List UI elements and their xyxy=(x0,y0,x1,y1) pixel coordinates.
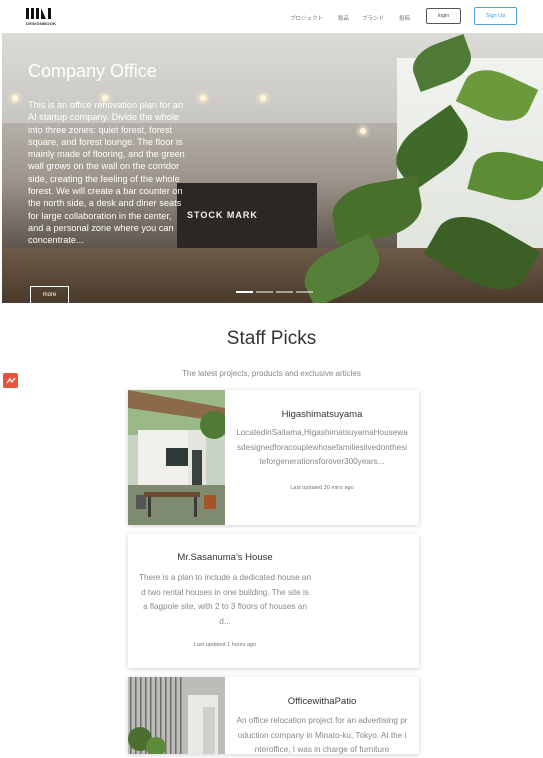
card-title[interactable]: Higashimatsuyama xyxy=(225,409,419,420)
more-button[interactable]: more xyxy=(30,286,69,303)
feedback-icon[interactable] xyxy=(3,373,18,388)
card-image xyxy=(128,390,225,525)
card-updated-time: Last updated 1 hours ago xyxy=(193,642,257,648)
hero-banner: STOCK MARK Company Office This is an off… xyxy=(2,33,543,303)
carousel-dot[interactable] xyxy=(256,291,273,293)
carousel-dot[interactable] xyxy=(276,291,293,293)
hero-title: Company Office xyxy=(28,61,157,81)
project-card[interactable]: Mr.Sasanuma's House There is a plan to i… xyxy=(128,534,419,668)
hero-description: This is an office renovation plan for an… xyxy=(28,100,185,246)
project-card[interactable]: OfficewithaPatio An office relocation pr… xyxy=(128,677,419,754)
carousel-dot[interactable] xyxy=(236,291,253,293)
project-card[interactable]: Higashimatsuyama LocatedinSaitama,Higash… xyxy=(128,390,419,525)
logo-text: DESIGNBOOK xyxy=(26,21,57,26)
pendant-lamp-icon xyxy=(360,128,366,134)
pendant-lamp-icon xyxy=(12,95,18,101)
nav-item-projects[interactable]: プロジェクト xyxy=(290,14,323,22)
card-description: An office relocation project for an adve… xyxy=(236,716,408,754)
card-updated-time: Last updated 30 mins ago xyxy=(290,485,354,491)
section-title: Staff Picks xyxy=(226,328,317,349)
signup-button[interactable]: Sign Up xyxy=(474,7,517,25)
hero-sign-text: STOCK MARK xyxy=(187,210,258,220)
card-image xyxy=(128,677,225,754)
nav-item-products[interactable]: 製品 xyxy=(338,14,349,22)
logo[interactable]: DESIGNBOOK xyxy=(26,8,57,28)
site-header: DESIGNBOOK プロジェクト 製品 ブランド 投稿 login Sign … xyxy=(0,0,543,33)
pendant-lamp-icon xyxy=(200,95,206,101)
carousel-dot[interactable] xyxy=(296,291,313,293)
login-button[interactable]: login xyxy=(426,8,461,24)
section-subtitle: The latest projects, products and exclus… xyxy=(182,369,361,378)
card-title[interactable]: Mr.Sasanuma's House xyxy=(128,552,322,563)
logo-mark-icon xyxy=(26,8,54,19)
nav-item-brands[interactable]: ブランド xyxy=(362,14,384,22)
carousel-indicators xyxy=(236,291,313,293)
card-description: There is a plan to include a dedicated h… xyxy=(138,573,312,626)
card-title[interactable]: OfficewithaPatio xyxy=(225,696,419,707)
card-description: LocatedinSaitama,HigashimatsuyamaHousewa… xyxy=(236,428,408,466)
pendant-lamp-icon xyxy=(260,95,266,101)
nav-item-posts[interactable]: 投稿 xyxy=(399,14,410,22)
